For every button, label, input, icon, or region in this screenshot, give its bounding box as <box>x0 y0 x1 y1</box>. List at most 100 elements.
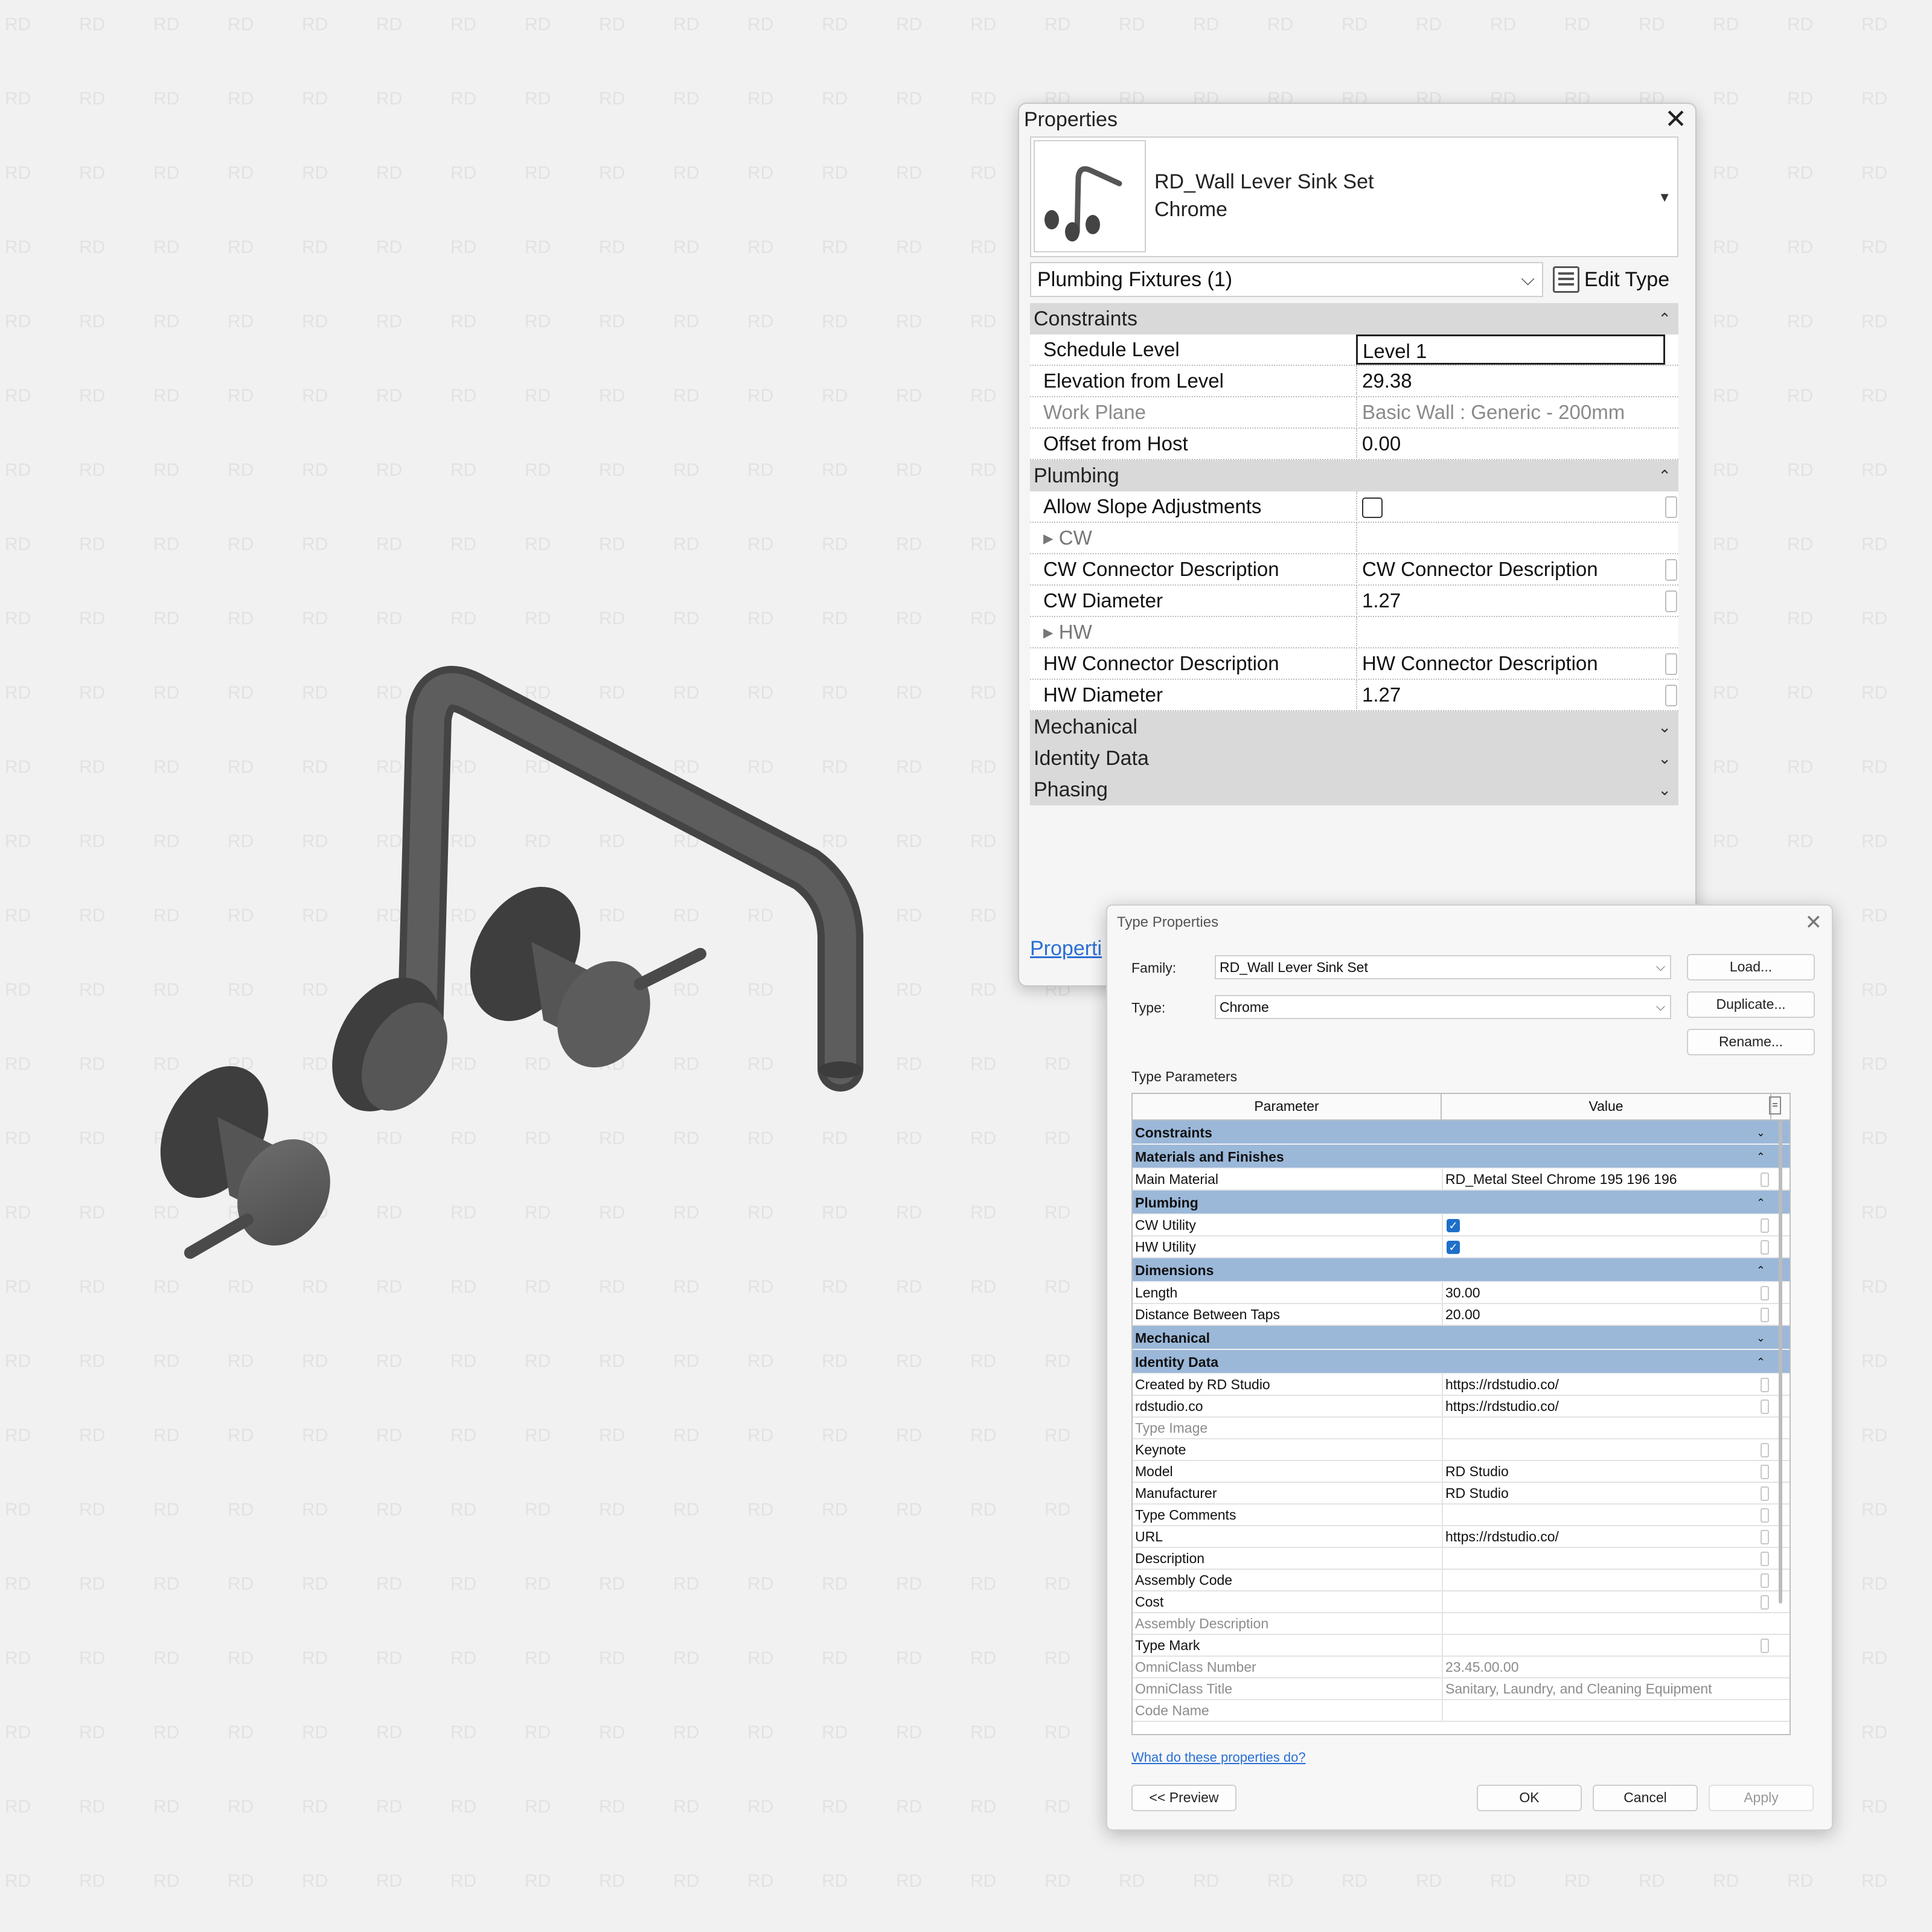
row-button[interactable] <box>1761 1286 1769 1300</box>
row-button[interactable] <box>1665 685 1677 706</box>
close-icon[interactable]: ✕ <box>1805 910 1823 935</box>
row-button[interactable] <box>1761 1508 1769 1523</box>
row-button[interactable] <box>1761 1399 1769 1414</box>
param-value[interactable]: https://rdstudio.co/ <box>1442 1374 1771 1395</box>
group-header-mechanical[interactable]: Mechanical ⌄ <box>1133 1326 1790 1350</box>
column-header-value[interactable]: Value <box>1442 1094 1771 1119</box>
row-button[interactable] <box>1761 1218 1769 1233</box>
rename-button[interactable]: Rename... <box>1687 1029 1815 1055</box>
group-header-plumbing[interactable]: Plumbing ⌃ <box>1133 1191 1790 1215</box>
param-value[interactable]: RD Studio <box>1442 1461 1771 1482</box>
length-field[interactable]: 30.00 <box>1442 1282 1771 1303</box>
type-dropdown-value: Chrome <box>1220 999 1269 1015</box>
row-button[interactable] <box>1761 1595 1769 1610</box>
ok-button[interactable]: OK <box>1477 1785 1582 1811</box>
group-header-mechanical[interactable]: Mechanical ⌄ <box>1030 711 1678 743</box>
group-header-plumbing[interactable]: Plumbing ⌃ <box>1030 460 1678 491</box>
table-row: Distance Between Taps 20.00 <box>1133 1304 1790 1326</box>
preview-button[interactable]: << Preview <box>1131 1785 1236 1811</box>
hw-connector-description-field[interactable]: HW Connector Description <box>1356 648 1665 677</box>
param-name: OmniClass Title <box>1135 1681 1233 1697</box>
type-selector[interactable]: RD_Wall Lever Sink Set Chrome ▼ <box>1030 136 1678 257</box>
row-button[interactable] <box>1761 1240 1769 1255</box>
param-value[interactable]: RD Studio <box>1442 1483 1771 1503</box>
instance-properties-grid: Constraints ⌃ Schedule Level Level 1 Elev… <box>1030 303 1678 805</box>
hw-utility-checkbox[interactable]: ✓ <box>1447 1241 1460 1254</box>
param-name: URL <box>1135 1529 1163 1544</box>
param-value[interactable] <box>1442 1439 1771 1460</box>
collapse-icon: ⌃ <box>1756 1264 1765 1276</box>
duplicate-button[interactable]: Duplicate... <box>1687 991 1815 1018</box>
apply-button[interactable]: Apply <box>1709 1785 1814 1811</box>
row-button[interactable] <box>1761 1552 1769 1566</box>
column-header-parameter[interactable]: Parameter <box>1133 1094 1442 1119</box>
row-button[interactable] <box>1761 1639 1769 1653</box>
group-header-dimensions[interactable]: Dimensions ⌃ <box>1133 1258 1790 1282</box>
row-button[interactable] <box>1761 1465 1769 1479</box>
property-row: Schedule Level Level 1 <box>1030 334 1678 366</box>
category-filter-dropdown[interactable]: Plumbing Fixtures (1) ⌵ <box>1030 262 1543 297</box>
expand-icon: ⌄ <box>1658 718 1671 736</box>
load-button[interactable]: Load... <box>1687 954 1815 980</box>
allow-slope-checkbox[interactable] <box>1362 497 1383 518</box>
param-value[interactable] <box>1442 1505 1771 1525</box>
param-value[interactable]: https://rdstudio.co/ <box>1442 1396 1771 1416</box>
cw-connector-description-field[interactable]: CW Connector Description <box>1356 554 1665 583</box>
table-row: Length 30.00 <box>1133 1282 1790 1304</box>
row-button[interactable] <box>1665 653 1677 675</box>
edit-type-button[interactable]: Edit Type <box>1553 262 1669 297</box>
type-name: Chrome <box>1154 198 1227 221</box>
param-value[interactable] <box>1442 1548 1771 1569</box>
column-header-formula[interactable]: = <box>1769 1096 1781 1115</box>
cw-utility-checkbox[interactable]: ✓ <box>1447 1219 1460 1232</box>
expand-icon: ⌄ <box>1756 1332 1765 1344</box>
properties-help-link[interactable]: Properti <box>1030 937 1102 961</box>
chevron-down-icon: ⌵ <box>1521 269 1535 289</box>
help-link[interactable]: What do these properties do? <box>1131 1750 1306 1765</box>
group-header-materials[interactable]: Materials and Finishes ⌃ <box>1133 1145 1790 1169</box>
row-button[interactable] <box>1761 1530 1769 1544</box>
row-button[interactable] <box>1761 1486 1769 1501</box>
group-header-constraints[interactable]: Constraints ⌄ <box>1133 1121 1790 1145</box>
schedule-level-field[interactable]: Level 1 <box>1356 334 1665 365</box>
close-icon[interactable]: ✕ <box>1665 106 1687 133</box>
elevation-field[interactable]: 29.38 <box>1356 366 1665 395</box>
param-value[interactable] <box>1442 1570 1771 1590</box>
group-header-phasing[interactable]: Phasing ⌄ <box>1030 774 1678 805</box>
cw-diameter-field[interactable]: 1.27 <box>1356 586 1665 615</box>
param-value[interactable] <box>1442 1635 1771 1655</box>
row-button[interactable] <box>1761 1308 1769 1322</box>
table-row: Type Comments <box>1133 1505 1790 1526</box>
type-dropdown[interactable]: Chrome ⌵ <box>1215 995 1671 1019</box>
row-button[interactable] <box>1665 496 1677 518</box>
group-header-identity-data[interactable]: Identity Data ⌄ <box>1030 743 1678 774</box>
group-header-constraints[interactable]: Constraints ⌃ <box>1030 303 1678 334</box>
param-value[interactable]: https://rdstudio.co/ <box>1442 1526 1771 1547</box>
offset-field[interactable]: 0.00 <box>1356 429 1665 458</box>
param-name: HW Connector Description <box>1043 652 1279 674</box>
cancel-button[interactable]: Cancel <box>1593 1785 1698 1811</box>
properties-title: Properties <box>1024 108 1118 131</box>
dropdown-arrow-icon[interactable]: ▼ <box>1658 190 1671 205</box>
property-subheader[interactable]: ▸ CW <box>1030 523 1678 554</box>
table-row: Cost <box>1133 1591 1790 1613</box>
row-button[interactable] <box>1665 559 1677 581</box>
family-dropdown[interactable]: RD_Wall Lever Sink Set ⌵ <box>1215 955 1671 979</box>
row-button[interactable] <box>1761 1573 1769 1588</box>
hw-diameter-field[interactable]: 1.27 <box>1356 680 1665 709</box>
distance-between-taps-field[interactable]: 20.00 <box>1442 1304 1771 1325</box>
row-button[interactable] <box>1761 1378 1769 1392</box>
param-name: Keynote <box>1135 1442 1186 1457</box>
param-value[interactable] <box>1442 1591 1771 1612</box>
vertical-scrollbar[interactable] <box>1779 1121 1782 1604</box>
fixture-3d-model <box>160 666 863 1259</box>
param-name: rdstudio.co <box>1135 1398 1203 1414</box>
row-button[interactable] <box>1665 590 1677 612</box>
group-header-identity-data[interactable]: Identity Data ⌃ <box>1133 1350 1790 1374</box>
row-button[interactable] <box>1761 1172 1769 1187</box>
row-button[interactable] <box>1761 1443 1769 1457</box>
main-material-field[interactable]: RD_Metal Steel Chrome 195 196 196 <box>1442 1169 1771 1189</box>
family-name: RD_Wall Lever Sink Set <box>1154 170 1374 193</box>
expand-icon: ⌄ <box>1756 1127 1765 1139</box>
property-subheader[interactable]: ▸ HW <box>1030 617 1678 648</box>
